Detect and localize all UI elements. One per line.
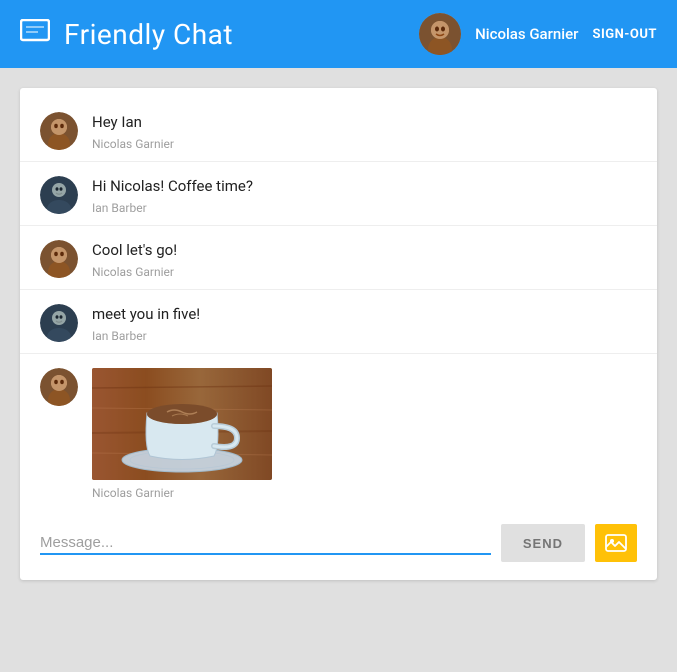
message-text: meet you in five! (92, 304, 637, 325)
header-left: Friendly Chat (20, 18, 233, 51)
header-right: Nicolas Garnier SIGN-OUT (419, 13, 657, 55)
chat-icon (20, 19, 50, 50)
message-body: Hi Nicolas! Coffee time? Ian Barber (92, 176, 637, 215)
input-area: SEND (20, 510, 657, 580)
send-button[interactable]: SEND (501, 524, 585, 562)
message-item: Nicolas Garnier (20, 354, 657, 510)
message-input-wrapper (40, 532, 491, 555)
header-username: Nicolas Garnier (475, 25, 578, 43)
message-body: Cool let's go! Nicolas Garnier (92, 240, 637, 279)
message-item: Hi Nicolas! Coffee time? Ian Barber (20, 162, 657, 226)
user-avatar (419, 13, 461, 55)
image-upload-button[interactable] (595, 524, 637, 562)
message-image (92, 368, 637, 480)
chat-wrapper: Hey Ian Nicolas Garnier (0, 68, 677, 600)
message-text: Cool let's go! (92, 240, 637, 261)
message-body: Nicolas Garnier (92, 368, 637, 500)
message-item: Hey Ian Nicolas Garnier (20, 98, 657, 162)
avatar (40, 112, 78, 150)
message-sender: Nicolas Garnier (92, 265, 637, 279)
message-sender: Nicolas Garnier (92, 486, 637, 500)
app-header: Friendly Chat Nicolas Garnier SIGN-OUT (0, 0, 677, 68)
app-title: Friendly Chat (64, 18, 233, 51)
message-text: Hey Ian (92, 112, 637, 133)
message-body: Hey Ian Nicolas Garnier (92, 112, 637, 151)
input-row: SEND (40, 524, 637, 562)
chat-card: Hey Ian Nicolas Garnier (20, 88, 657, 580)
message-sender: Ian Barber (92, 329, 637, 343)
avatar (40, 304, 78, 342)
avatar (40, 176, 78, 214)
avatar (40, 240, 78, 278)
message-item: Cool let's go! Nicolas Garnier (20, 226, 657, 290)
message-text: Hi Nicolas! Coffee time? (92, 176, 637, 197)
message-input[interactable] (40, 532, 491, 555)
avatar (40, 368, 78, 406)
message-item: meet you in five! Ian Barber (20, 290, 657, 354)
message-sender: Nicolas Garnier (92, 137, 637, 151)
signout-button[interactable]: SIGN-OUT (592, 27, 657, 42)
message-sender: Ian Barber (92, 201, 637, 215)
message-body: meet you in five! Ian Barber (92, 304, 637, 343)
messages-list: Hey Ian Nicolas Garnier (20, 88, 657, 510)
